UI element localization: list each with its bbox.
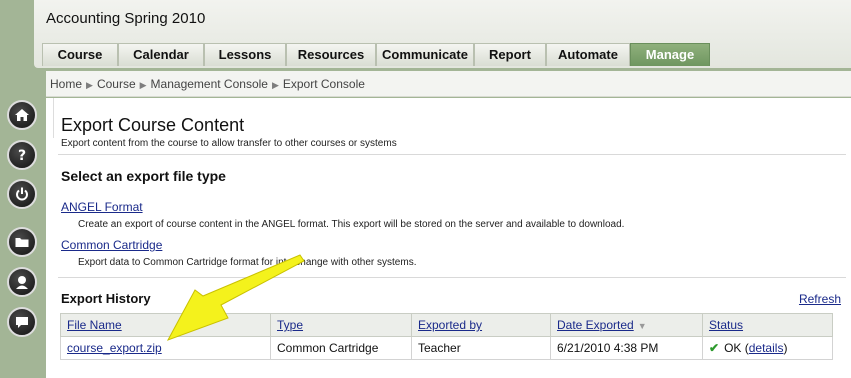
breadcrumb-separator-icon: ▶ bbox=[139, 80, 147, 90]
power-icon[interactable] bbox=[7, 179, 37, 209]
help-icon[interactable]: ? bbox=[7, 140, 37, 170]
tab-resources[interactable]: Resources bbox=[286, 43, 376, 66]
breadcrumb-separator-icon: ▶ bbox=[86, 80, 93, 90]
tab-automate[interactable]: Automate bbox=[546, 43, 630, 66]
tab-lessons[interactable]: Lessons bbox=[204, 43, 286, 66]
column-type[interactable]: Type bbox=[277, 318, 303, 332]
folder-icon[interactable] bbox=[7, 227, 37, 257]
breadcrumb-course[interactable]: Course bbox=[97, 77, 136, 91]
export-history-table: File Name Type Exported by Date Exported… bbox=[60, 313, 833, 360]
angel-format-link[interactable]: ANGEL Format bbox=[61, 200, 143, 214]
svg-text:?: ? bbox=[18, 148, 26, 163]
section-title: Select an export file type bbox=[61, 168, 226, 184]
breadcrumb: Home ▶ Course ▶ Management Console ▶ Export Co… bbox=[46, 71, 851, 97]
tab-calendar[interactable]: Calendar bbox=[118, 43, 204, 66]
page-title: Export Course Content bbox=[61, 115, 245, 135]
column-status[interactable]: Status bbox=[709, 318, 743, 332]
chat-icon[interactable] bbox=[7, 307, 37, 337]
left-rail: ? bbox=[0, 70, 46, 378]
home-icon[interactable] bbox=[7, 100, 37, 130]
column-date-exported[interactable]: Date Exported bbox=[557, 318, 634, 332]
breadcrumb-separator-icon: ▶ bbox=[271, 80, 279, 90]
collapse-handle[interactable] bbox=[46, 98, 54, 138]
tab-communicate[interactable]: Communicate bbox=[376, 43, 474, 66]
table-header-row: File Name Type Exported by Date Exported… bbox=[60, 313, 833, 337]
user-icon[interactable] bbox=[7, 267, 37, 297]
main-tabs: Course Calendar Lessons Resources Commun… bbox=[42, 42, 710, 66]
exported-by-cell: Teacher bbox=[411, 336, 551, 360]
table-row: course_export.zip Common Cartridge Teach… bbox=[60, 336, 833, 360]
tab-course[interactable]: Course bbox=[42, 43, 118, 66]
breadcrumb-export-console: Export Console bbox=[282, 77, 365, 91]
column-file-name[interactable]: File Name bbox=[67, 318, 122, 332]
angel-format-description: Create an export of course content in th… bbox=[78, 219, 625, 230]
common-cartridge-description: Export data to Common Cartridge format f… bbox=[78, 257, 417, 268]
page-subtitle: Export content from the course to allow … bbox=[61, 138, 397, 149]
column-exported-by[interactable]: Exported by bbox=[418, 318, 482, 332]
breadcrumb-home[interactable]: Home bbox=[50, 77, 82, 91]
refresh-link[interactable]: Refresh bbox=[799, 292, 841, 306]
main-content: Export Course Content Export content fro… bbox=[46, 98, 851, 378]
tab-manage[interactable]: Manage bbox=[630, 43, 710, 66]
export-history-title: Export History bbox=[61, 291, 151, 306]
date-cell: 6/21/2010 4:38 PM bbox=[550, 336, 703, 360]
file-name-link[interactable]: course_export.zip bbox=[67, 341, 162, 355]
status-cell: ✔ OK (details) bbox=[702, 336, 833, 360]
status-text: OK bbox=[724, 341, 742, 355]
common-cartridge-link[interactable]: Common Cartridge bbox=[61, 238, 162, 252]
type-cell: Common Cartridge bbox=[270, 336, 412, 360]
app-title: Accounting Spring 2010 bbox=[46, 10, 206, 27]
sort-descending-icon[interactable]: ▼ bbox=[638, 321, 647, 331]
divider bbox=[58, 277, 846, 278]
checkmark-icon: ✔ bbox=[709, 341, 720, 355]
details-link[interactable]: details bbox=[749, 341, 784, 355]
breadcrumb-management-console[interactable]: Management Console bbox=[151, 77, 268, 91]
tab-report[interactable]: Report bbox=[474, 43, 546, 66]
divider bbox=[58, 154, 846, 155]
